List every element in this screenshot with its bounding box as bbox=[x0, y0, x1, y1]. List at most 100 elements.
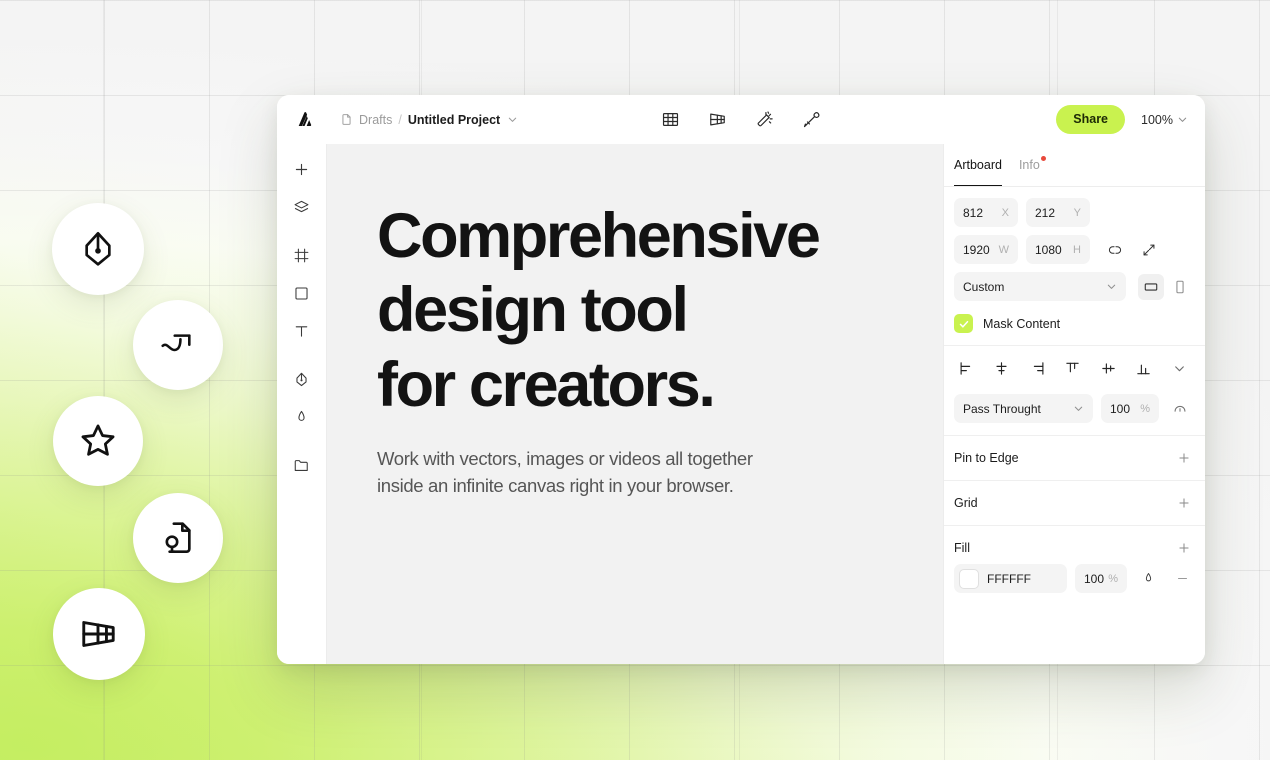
blend-opacity-field[interactable]: 100 % bbox=[1101, 394, 1159, 423]
document-idea-icon bbox=[158, 518, 198, 558]
magic-wand-tool[interactable] bbox=[751, 106, 778, 133]
chevron-down-icon[interactable] bbox=[507, 114, 518, 125]
assets-tool[interactable] bbox=[286, 449, 318, 481]
geometry-section: 812 X 212 Y 1920 W 1080 H Custom Mask Co… bbox=[944, 187, 1205, 345]
grid-section[interactable]: Grid bbox=[944, 480, 1205, 525]
opacity-icon[interactable] bbox=[1167, 396, 1193, 422]
y-field[interactable]: 212 Y bbox=[1026, 198, 1090, 227]
orientation-portrait[interactable] bbox=[1167, 274, 1193, 300]
plus-icon[interactable] bbox=[1177, 541, 1191, 555]
zoom-level-label: 100% bbox=[1141, 112, 1173, 127]
artboard-tool[interactable] bbox=[286, 239, 318, 271]
align-bottom-button[interactable] bbox=[1132, 356, 1156, 380]
app-window: Drafts / Untitled Project Share 100% Com… bbox=[277, 95, 1205, 664]
align-right-button[interactable] bbox=[1025, 356, 1049, 380]
resize-arrows-icon[interactable] bbox=[1136, 237, 1162, 263]
file-icon bbox=[340, 113, 353, 126]
add-tool[interactable] bbox=[286, 153, 318, 185]
perspective-tool[interactable] bbox=[704, 106, 731, 133]
canvas-headline: Comprehensive design tool for creators. bbox=[377, 201, 821, 420]
align-more-button[interactable] bbox=[1167, 356, 1191, 380]
tab-info-badge-dot bbox=[1040, 156, 1046, 161]
chevron-down-icon bbox=[1177, 114, 1188, 125]
star-icon bbox=[77, 420, 119, 462]
brush-tool[interactable] bbox=[798, 106, 825, 133]
blend-mode-select[interactable]: Pass Throught bbox=[954, 394, 1093, 423]
left-toolbar bbox=[277, 144, 327, 664]
width-value: 1920 bbox=[963, 242, 990, 257]
fill-color-field[interactable]: FFFFFF bbox=[954, 564, 1067, 593]
pencil-tool[interactable] bbox=[286, 401, 318, 433]
share-button[interactable]: Share bbox=[1056, 105, 1126, 134]
fill-body: FFFFFF 100 % bbox=[944, 564, 1205, 605]
height-field[interactable]: 1080 H bbox=[1026, 235, 1090, 264]
preset-select[interactable]: Custom bbox=[954, 272, 1126, 301]
bubble-shapes[interactable] bbox=[53, 396, 143, 486]
panel-tabs: Artboard Info bbox=[944, 144, 1205, 186]
tab-info[interactable]: Info bbox=[1018, 156, 1046, 186]
fill-label: Fill bbox=[954, 541, 970, 555]
bubble-pen-tool[interactable] bbox=[52, 203, 144, 295]
bubble-perspective-grid[interactable] bbox=[53, 588, 145, 680]
droplet-icon[interactable] bbox=[1135, 566, 1161, 592]
y-label: Y bbox=[1073, 206, 1081, 219]
bubble-bezier-curve[interactable] bbox=[133, 300, 223, 390]
align-top-button[interactable] bbox=[1061, 356, 1085, 380]
bubble-document-idea[interactable] bbox=[133, 493, 223, 583]
app-logo[interactable] bbox=[291, 107, 317, 133]
chevron-down-icon bbox=[1106, 281, 1117, 292]
plus-icon[interactable] bbox=[1177, 496, 1191, 510]
mask-content-label: Mask Content bbox=[983, 316, 1061, 331]
unlink-icon[interactable] bbox=[1102, 237, 1128, 263]
tab-info-label: Info bbox=[1018, 158, 1040, 172]
perspective-grid-icon bbox=[77, 612, 121, 656]
layers-tool[interactable] bbox=[286, 191, 318, 223]
mask-content-checkbox[interactable] bbox=[954, 314, 973, 333]
orientation-toggle-group bbox=[1138, 273, 1193, 300]
minus-icon[interactable] bbox=[1169, 566, 1195, 592]
fill-hex-value: FFFFFF bbox=[987, 571, 1031, 586]
canvas-subline: Work with vectors, images or videos all … bbox=[377, 447, 753, 497]
pen-tool[interactable] bbox=[286, 363, 318, 395]
fill-row: FFFFFF 100 % bbox=[954, 564, 1195, 593]
width-field[interactable]: 1920 W bbox=[954, 235, 1018, 264]
pin-to-edge-section[interactable]: Pin to Edge bbox=[944, 435, 1205, 480]
blend-mode-value: Pass Throught bbox=[963, 401, 1041, 416]
rectangle-tool[interactable] bbox=[286, 277, 318, 309]
mask-content-row[interactable]: Mask Content bbox=[954, 314, 1193, 333]
preset-value: Custom bbox=[963, 279, 1005, 294]
tab-artboard-label: Artboard bbox=[954, 158, 1002, 172]
fill-color-swatch[interactable] bbox=[959, 568, 979, 589]
grid-tool[interactable] bbox=[657, 106, 684, 133]
text-tool[interactable] bbox=[286, 315, 318, 347]
zoom-control[interactable]: 100% bbox=[1135, 109, 1192, 131]
grid-label: Grid bbox=[954, 496, 978, 510]
y-value: 212 bbox=[1035, 205, 1056, 220]
height-value: 1080 bbox=[1035, 242, 1062, 257]
blend-opacity-unit: % bbox=[1140, 402, 1150, 415]
size-row: 1920 W 1080 H bbox=[954, 235, 1193, 264]
screen-root: Drafts / Untitled Project Share 100% Com… bbox=[0, 0, 1270, 760]
fill-opacity-value: 100 bbox=[1084, 571, 1105, 586]
breadcrumb-drafts[interactable]: Drafts bbox=[359, 113, 392, 127]
orientation-landscape[interactable] bbox=[1138, 273, 1164, 300]
design-canvas[interactable]: Comprehensive design tool for creators. … bbox=[327, 144, 943, 664]
x-field[interactable]: 812 X bbox=[954, 198, 1018, 227]
app-body: Comprehensive design tool for creators. … bbox=[277, 144, 1205, 664]
plus-icon[interactable] bbox=[1177, 451, 1191, 465]
breadcrumb-project-title[interactable]: Untitled Project bbox=[408, 113, 500, 127]
x-value: 812 bbox=[963, 205, 984, 220]
align-center-horizontal-button[interactable] bbox=[990, 356, 1014, 380]
blend-section: Pass Throught 100 % bbox=[944, 390, 1205, 435]
fill-section: Fill FFFFFF 100 % bbox=[944, 525, 1205, 609]
blend-opacity-value: 100 bbox=[1110, 401, 1131, 416]
preset-row: Custom bbox=[954, 272, 1193, 301]
properties-panel: Artboard Info 812 X 212 Y 1920 W 1080 H … bbox=[943, 144, 1205, 664]
align-center-vertical-button[interactable] bbox=[1096, 356, 1120, 380]
pin-to-edge-label: Pin to Edge bbox=[954, 451, 1019, 465]
position-row: 812 X 212 Y bbox=[954, 198, 1193, 227]
align-left-button[interactable] bbox=[954, 356, 978, 380]
tab-artboard[interactable]: Artboard bbox=[954, 158, 1002, 186]
height-label: H bbox=[1073, 243, 1081, 256]
fill-opacity-field[interactable]: 100 % bbox=[1075, 564, 1127, 593]
